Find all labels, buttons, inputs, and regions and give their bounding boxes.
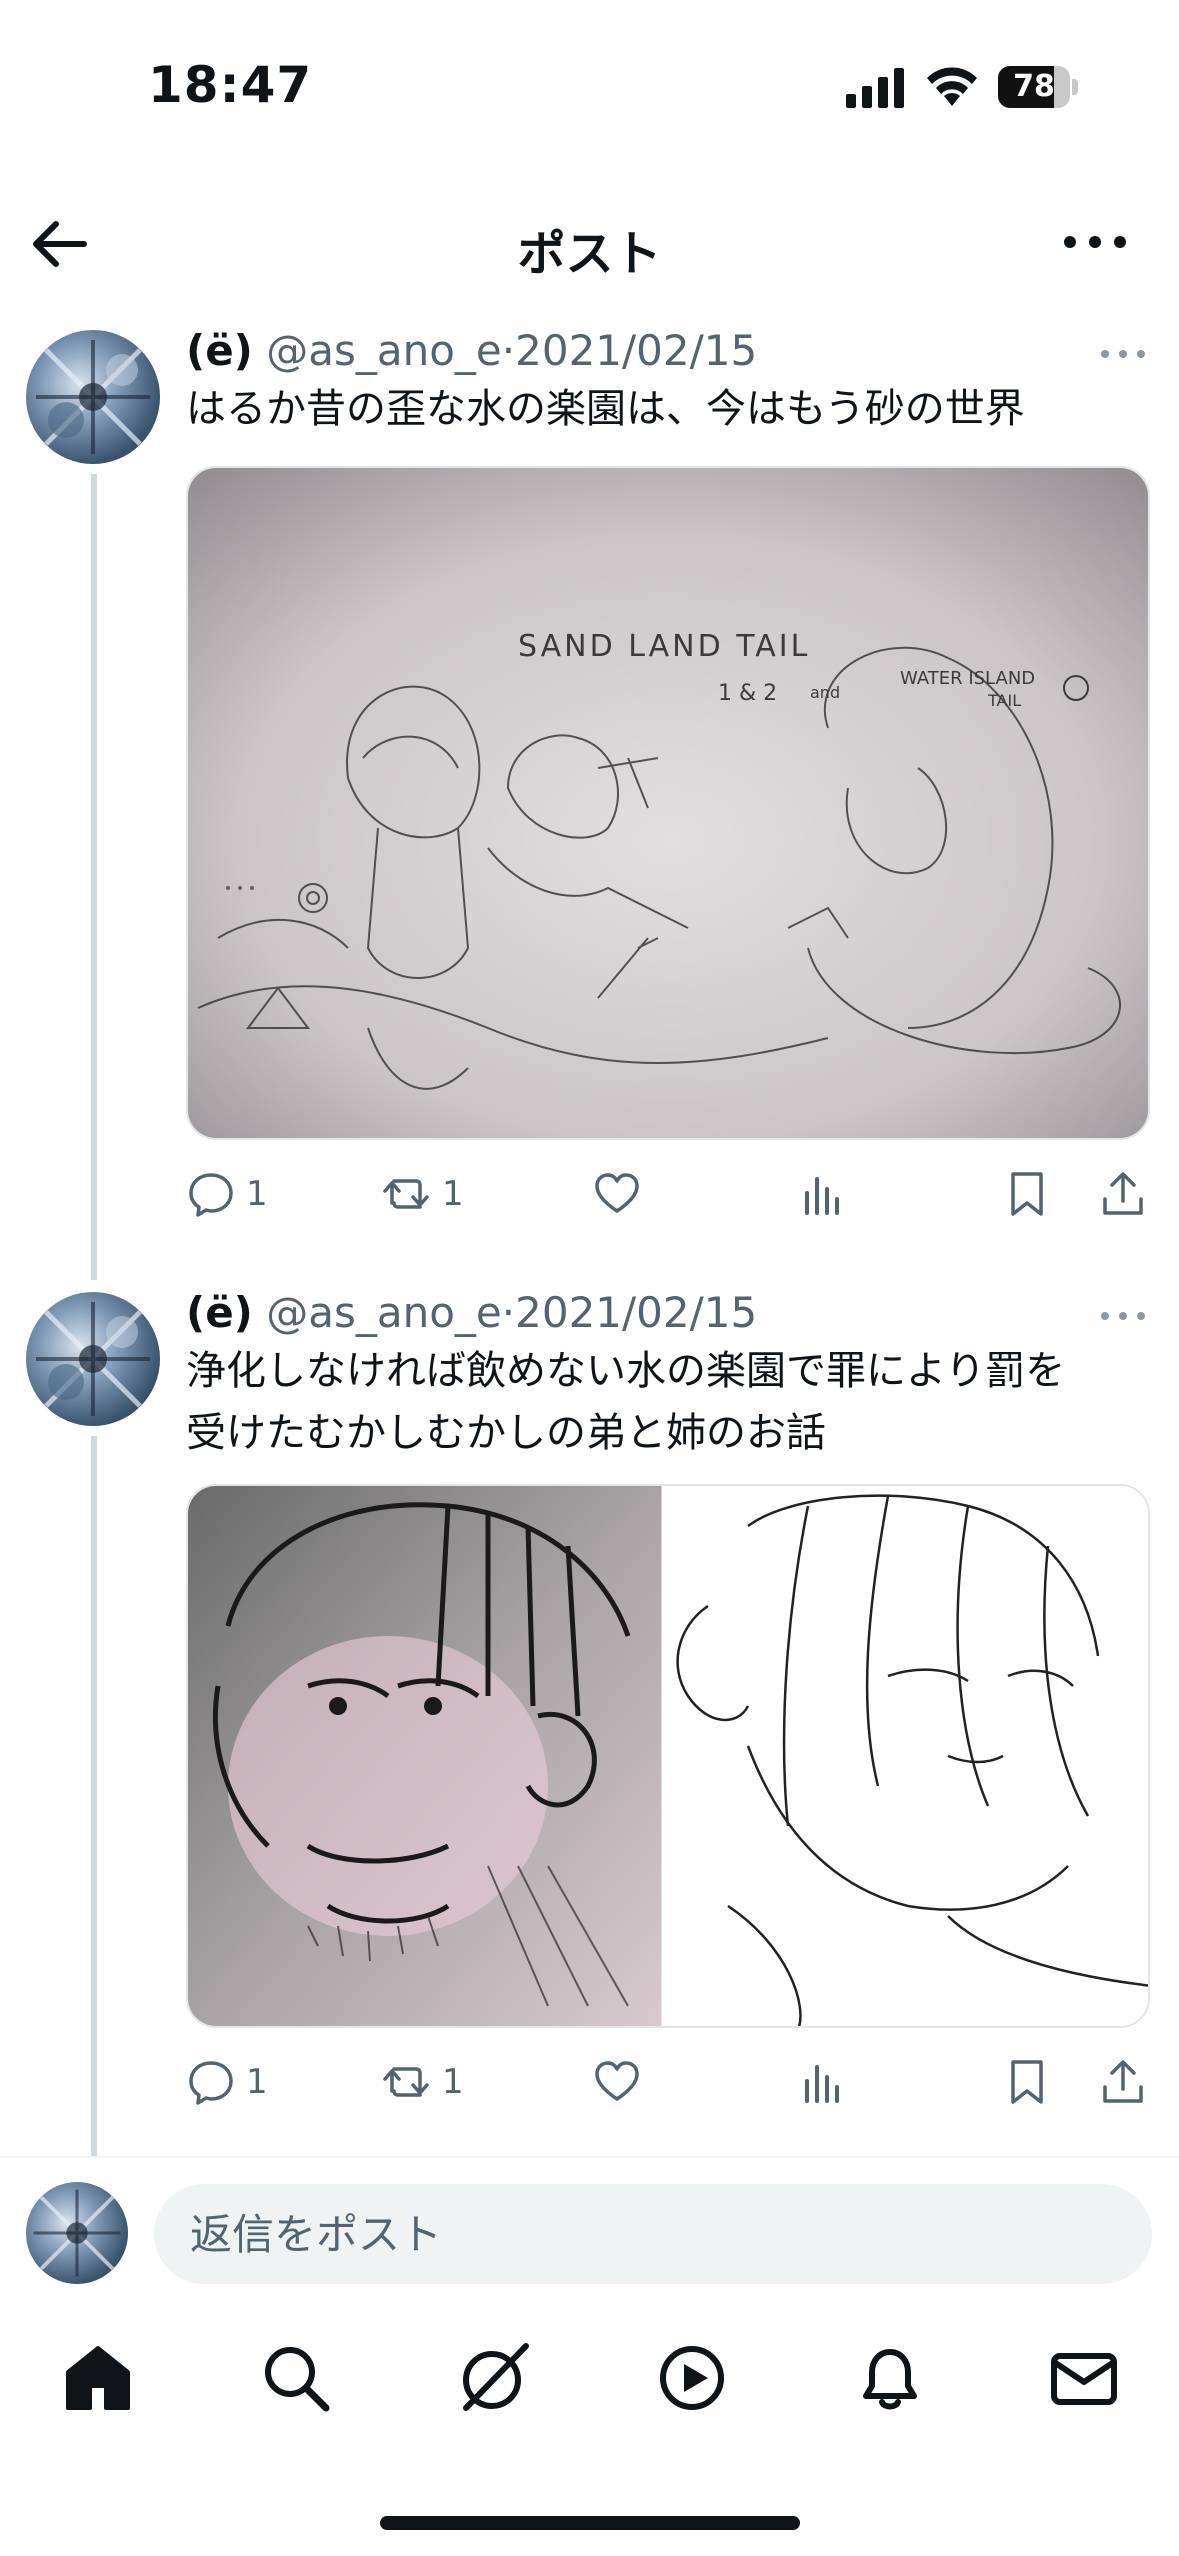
like-button[interactable] [592,2052,642,2112]
views-button[interactable] [798,1164,848,1224]
heart-icon [595,2061,639,2101]
bookmark-icon [1011,2060,1043,2104]
header: ポスト [0,190,1179,300]
display-name[interactable]: (ë) [186,326,253,375]
home-indicator [380,2516,800,2530]
post-text-line: 受けたむかしむかしの弟と姉のお話 [186,1410,826,1456]
battery-body: 78 [998,66,1070,108]
battery-cap [1072,79,1078,95]
post-header: (ë) @as_ano_e·2021/02/15 [186,1288,757,1348]
share-button[interactable] [1098,1164,1148,1224]
battery-level: 78 [1013,69,1055,104]
status-time: 18:47 [148,56,313,114]
reply-count: 1 [246,1174,268,1214]
post-actions: 1 1 [186,1164,1150,1224]
video-play-icon[interactable] [654,2340,730,2416]
bookmark-icon [1011,1172,1043,1216]
post-image-grid [186,1484,1150,2028]
post-text: はるか昔の歪な水の楽園は、今はもう砂の世界 [186,386,1025,432]
reply-icon [189,2061,233,2105]
avatar-image [36,1302,150,1416]
reply-composer [0,2156,1179,2296]
reply-input[interactable] [154,2184,1152,2284]
post-header: (ë) @as_ano_e·2021/02/15 [186,326,757,386]
battery-indicator: 78 [998,66,1078,108]
reply-button[interactable]: 1 [186,2052,268,2112]
search-icon[interactable] [258,2340,334,2416]
repost-count: 1 [442,2062,464,2102]
post-more-icon[interactable] [1098,1304,1148,1328]
post-date[interactable]: 2021/02/15 [515,326,757,375]
analytics-icon [805,2065,839,2103]
bottom-navigation [0,2320,1179,2440]
post[interactable]: (ë) @as_ano_e·2021/02/15 はるか昔の歪な水の楽園は、今は… [0,326,1179,1226]
repost-button[interactable]: 1 [382,2052,464,2112]
avatar[interactable] [26,330,160,464]
grok-icon[interactable] [456,2340,532,2416]
page-title: ポスト [517,226,662,282]
sketch-title: SAND LAND TAIL [518,629,810,664]
left-image[interactable] [188,1486,662,2028]
user-handle[interactable]: @as_ano_e [266,326,502,375]
reply-button[interactable]: 1 [186,1164,268,1224]
avatar-image [36,340,150,454]
repost-icon [383,2067,429,2097]
avatar[interactable] [26,2182,128,2284]
mail-icon[interactable] [1046,2340,1122,2416]
post-text: 浄化しなければ飲めない水の楽園で罪により罰を 受けたむかしむかしの弟と姉のお話 [186,1340,1065,1464]
wifi-icon [927,67,977,106]
share-icon [1103,2060,1143,2103]
reply-icon [189,1173,233,1217]
right-image[interactable] [664,1486,1150,2028]
meta-separator: · [501,326,516,375]
display-name[interactable]: (ë) [186,1288,253,1337]
status-bar: 18:47 78 [0,0,1179,160]
avatar-image [33,2189,121,2277]
sketch-illustration: SAND LAND TAIL 1 & 2 and WATER ISLAND TA… [188,468,1148,1138]
repost-count: 1 [442,1174,464,1214]
home-icon[interactable] [60,2340,136,2416]
repost-button[interactable]: 1 [382,1164,464,1224]
more-horizontal-icon[interactable] [1060,222,1130,262]
image-pair [188,1486,1150,2028]
like-button[interactable] [592,1164,642,1224]
post[interactable]: (ë) @as_ano_e·2021/02/15 浄化しなければ飲めない水の楽園… [0,1288,1179,2148]
notification-bell-icon[interactable] [852,2340,928,2416]
views-button[interactable] [798,2052,848,2112]
repost-icon [383,1179,429,1209]
cellular-signal-icon [846,68,904,108]
share-button[interactable] [1098,2052,1148,2112]
sketch-subtitle: 1 & 2 [718,681,777,706]
analytics-icon [805,1177,839,1215]
post-date[interactable]: 2021/02/15 [515,1288,757,1337]
share-icon [1103,1172,1143,1215]
avatar[interactable] [26,1292,160,1426]
bookmark-button[interactable] [1002,1164,1052,1224]
post-text-line: 浄化しなければ飲めない水の楽園で罪により罰を [186,1348,1066,1394]
post-actions: 1 1 [186,2052,1150,2112]
sketch-extra: WATER ISLAND [900,668,1035,689]
user-handle[interactable]: @as_ano_e [266,1288,502,1337]
bookmark-button[interactable] [1002,2052,1052,2112]
post-image[interactable]: SAND LAND TAIL 1 & 2 and WATER ISLAND TA… [186,466,1150,1140]
meta-separator: · [501,1288,516,1337]
heart-icon [595,1173,639,1213]
post-more-icon[interactable] [1098,342,1148,366]
reply-count: 1 [246,2062,268,2102]
